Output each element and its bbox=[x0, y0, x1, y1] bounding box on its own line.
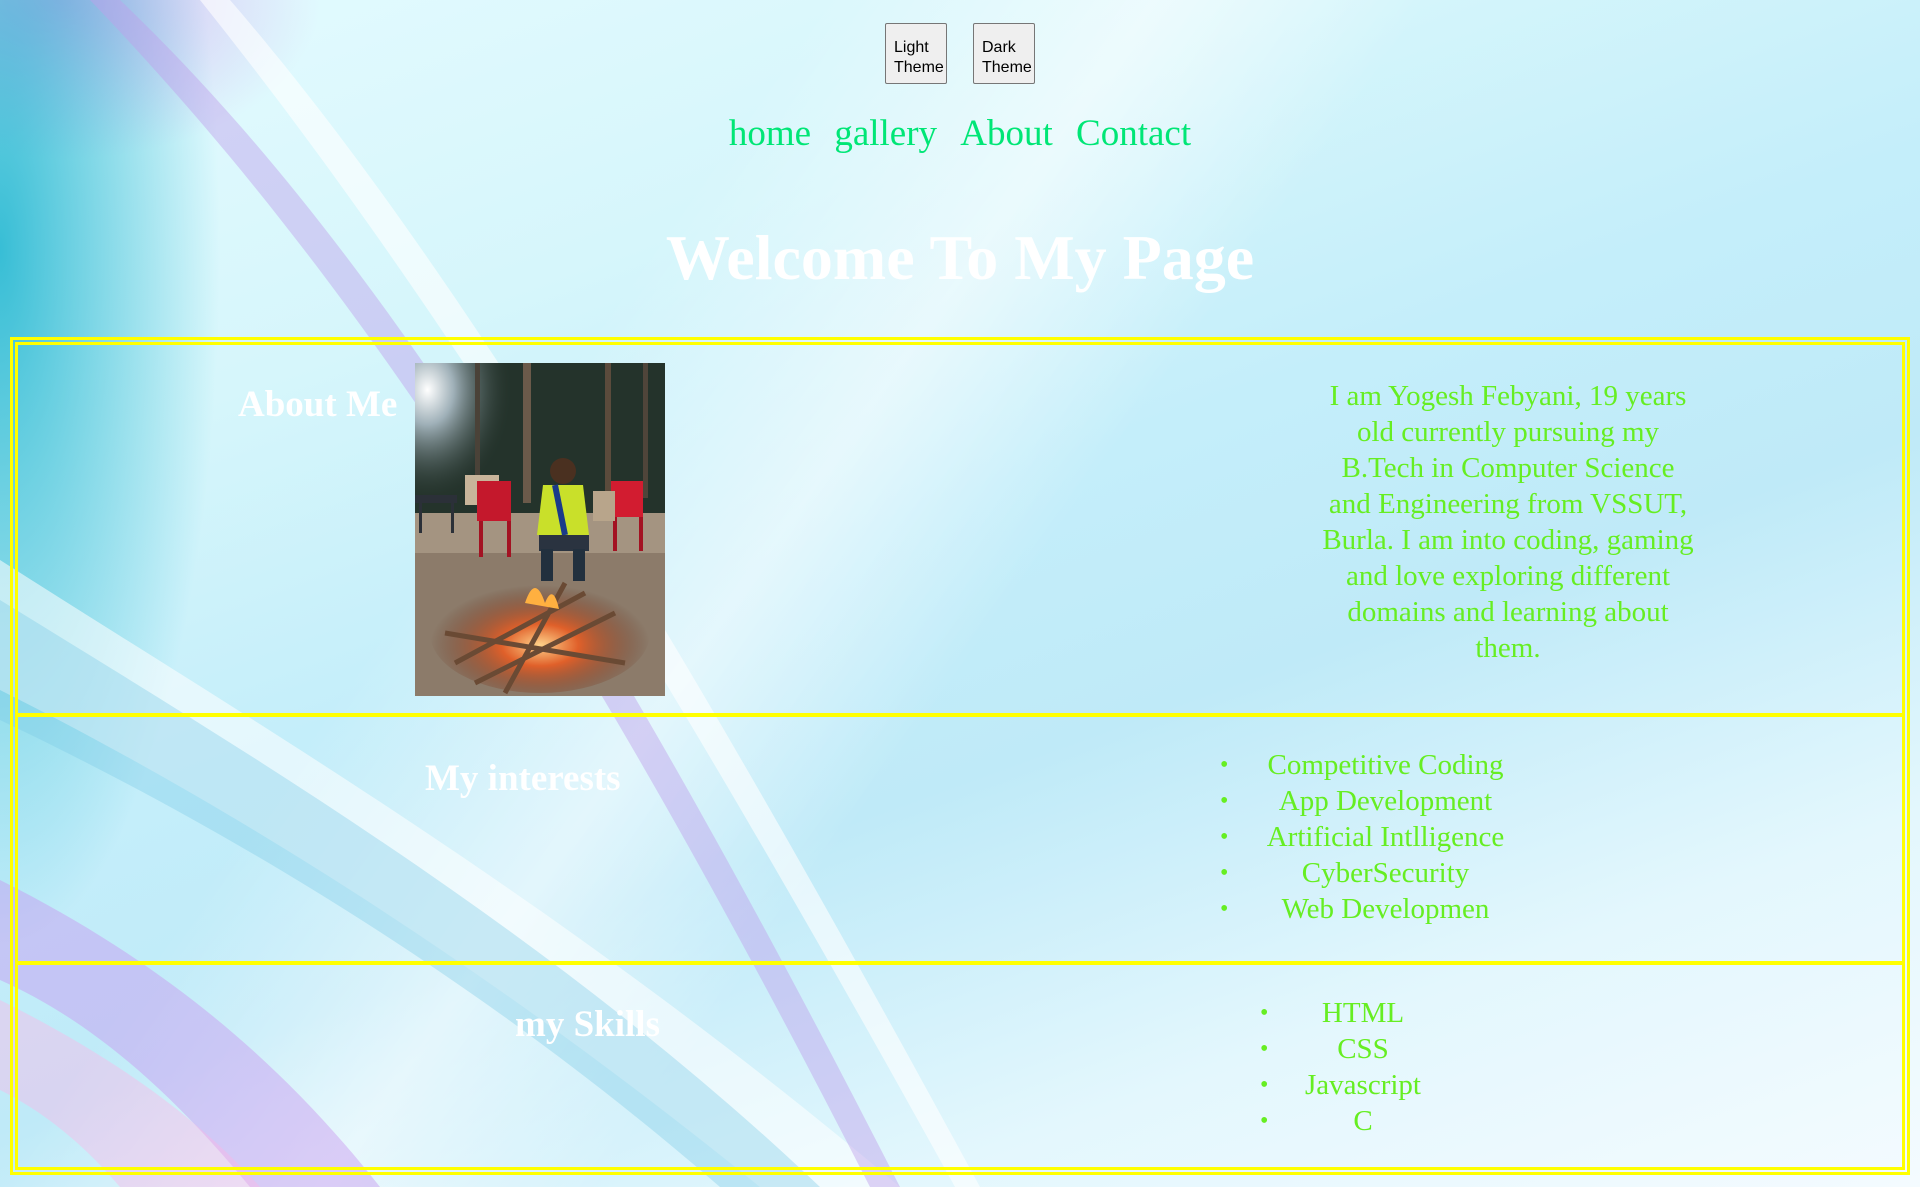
about-section: About Me I am Yogesh Febyani, 19 years o… bbox=[15, 342, 1905, 716]
light-theme-button[interactable]: Light Theme bbox=[885, 23, 947, 84]
nav-link-home[interactable]: home bbox=[729, 113, 811, 154]
page-title: Welcome To My Page bbox=[665, 222, 1255, 293]
skills-list: HTML CSS Javascript C bbox=[1260, 995, 1438, 1139]
theme-switcher: Light Theme Dark Theme bbox=[885, 23, 1035, 84]
nav-link-about[interactable]: About bbox=[960, 113, 1053, 154]
main-nav: home gallery About Contact bbox=[0, 112, 1920, 155]
skills-section: my Skills HTML CSS Javascript C bbox=[15, 962, 1905, 1170]
interests-list: Competitive Coding App Development Artif… bbox=[1220, 747, 1523, 927]
dark-theme-button[interactable]: Dark Theme bbox=[973, 23, 1035, 84]
interest-item: Artificial Intlligence bbox=[1220, 819, 1523, 855]
interest-item: Web Developmen bbox=[1220, 891, 1523, 927]
skill-item: C bbox=[1260, 1103, 1438, 1139]
skill-item: HTML bbox=[1260, 995, 1438, 1031]
about-bio: I am Yogesh Febyani, 19 years old curren… bbox=[1322, 380, 1694, 664]
profile-photo bbox=[415, 363, 665, 696]
interests-heading: My interests bbox=[425, 758, 621, 799]
interest-item: App Development bbox=[1220, 783, 1523, 819]
nav-link-contact[interactable]: Contact bbox=[1076, 113, 1191, 154]
skills-heading: my Skills bbox=[515, 1004, 660, 1045]
nav-link-gallery[interactable]: gallery bbox=[834, 113, 937, 154]
content-table: About Me I am Yogesh Febyani, 19 years o… bbox=[10, 337, 1910, 1175]
skill-item: Javascript bbox=[1260, 1067, 1438, 1103]
skill-item: CSS bbox=[1260, 1031, 1438, 1067]
interests-section: My interests Competitive Coding App Deve… bbox=[15, 714, 1905, 964]
about-heading: About Me bbox=[238, 384, 398, 425]
interest-item: Competitive Coding bbox=[1220, 747, 1523, 783]
interest-item: CyberSecurity bbox=[1220, 855, 1523, 891]
